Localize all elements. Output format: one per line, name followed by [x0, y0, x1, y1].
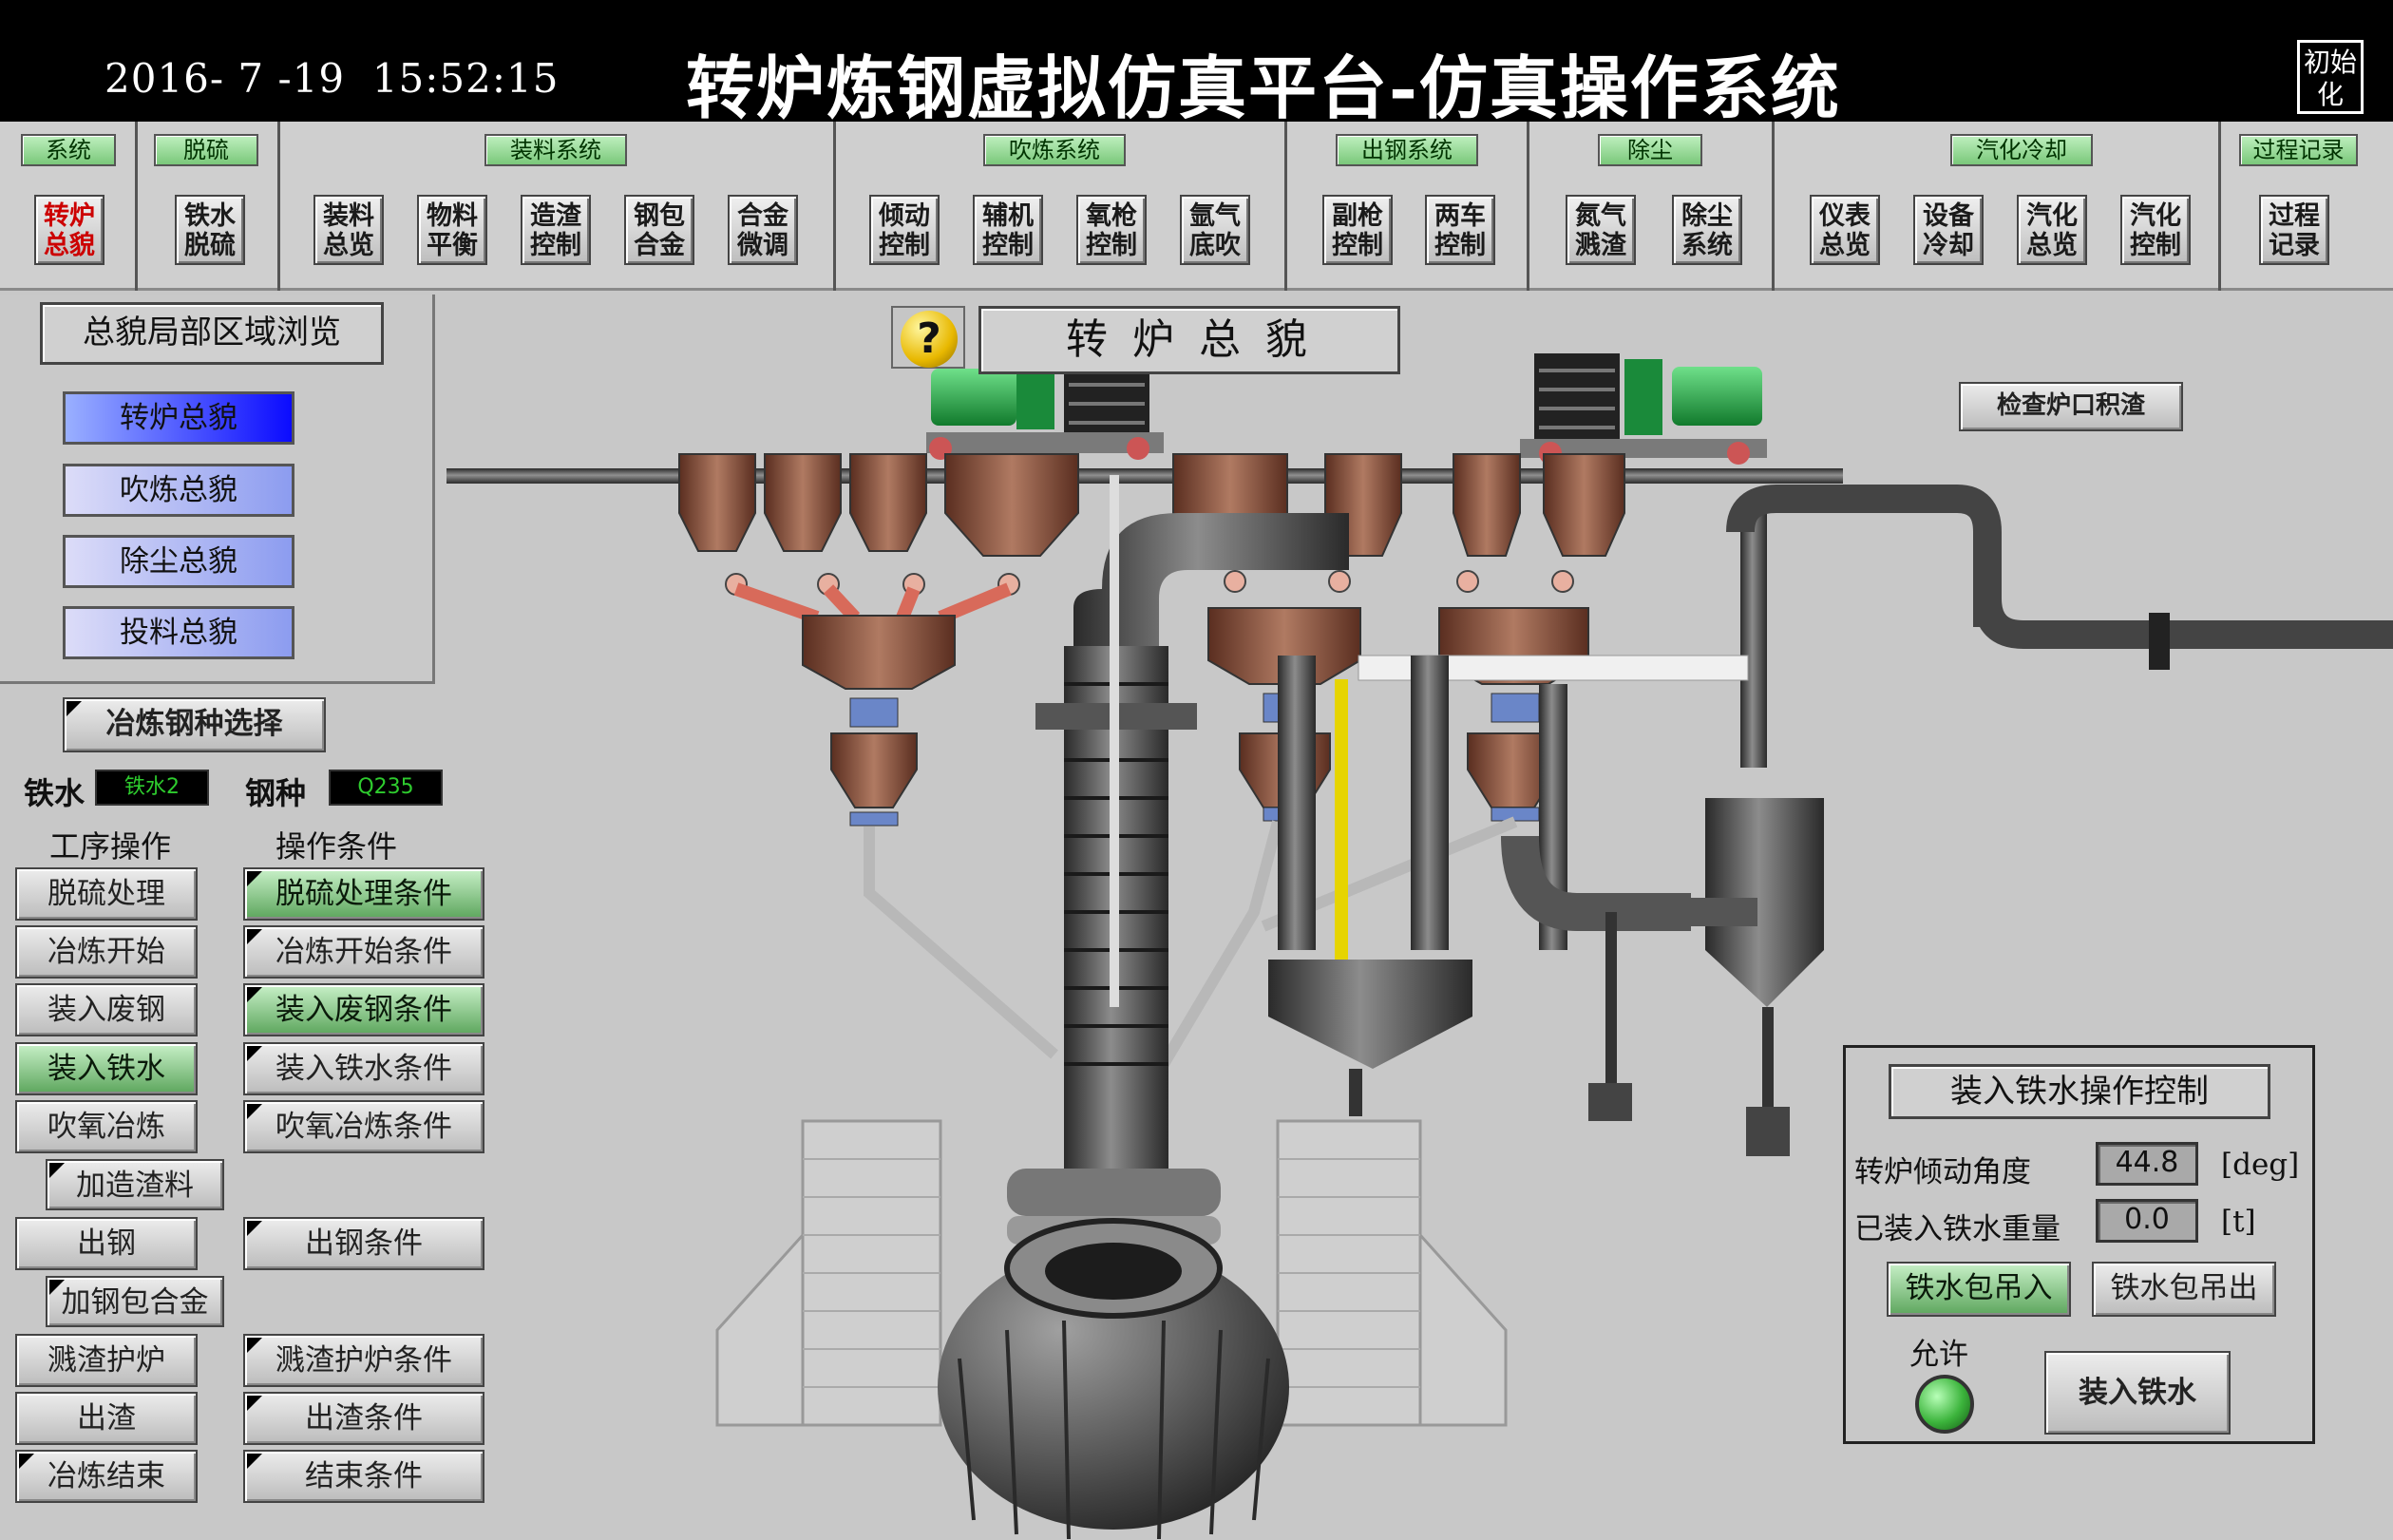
- op-deslag[interactable]: 出渣: [15, 1392, 198, 1445]
- menu-button-tilt-control[interactable]: 倾动 控制: [869, 195, 940, 265]
- menu-group-caption[interactable]: 装料系统: [484, 134, 627, 166]
- initialize-button[interactable]: 初始化: [2297, 40, 2364, 114]
- op-charge-hot-metal[interactable]: 装入铁水: [15, 1042, 198, 1095]
- converter-vessel: [938, 1218, 1289, 1540]
- charged-weight-label: 已装入铁水重量: [1854, 1212, 2061, 1246]
- lance-rail: [1335, 679, 1348, 993]
- belt-drive-right: [1520, 353, 1767, 465]
- datetime-display: 2016- 7 -19 15:52:15: [104, 55, 560, 102]
- ops-header: 工序操作: [49, 828, 172, 865]
- menu-group-caption[interactable]: 除尘: [1598, 134, 1702, 166]
- iron-value-display: 铁水2: [95, 770, 209, 806]
- menu-group-caption[interactable]: 脱硫: [154, 134, 258, 166]
- menu-button-sublance-control[interactable]: 副枪 控制: [1322, 195, 1393, 265]
- conditions-header: 操作条件: [275, 828, 398, 865]
- dedusting-right: [1501, 684, 1824, 1156]
- check-slag-button[interactable]: 检查炉口积渣: [1959, 382, 2183, 431]
- menu-button-charging-overview[interactable]: 装料 总览: [313, 195, 384, 265]
- menu-button-argon-bottom[interactable]: 氩气 底吹: [1180, 195, 1250, 265]
- op-ladle-alloy[interactable]: 加钢包合金: [46, 1276, 224, 1327]
- menu-button-alloy-trim[interactable]: 合金 微调: [728, 195, 798, 265]
- menu-button-ladle-alloy[interactable]: 钢包 合金: [624, 195, 694, 265]
- hopper-group-left: [678, 453, 1079, 557]
- oxygen-lance: [1110, 475, 1119, 1007]
- menu-button-dedusting-system[interactable]: 除尘 系统: [1672, 195, 1742, 265]
- steel-grade-select-button[interactable]: 冶炼钢种选择: [63, 697, 326, 752]
- menu-button-iron-desulfurization[interactable]: 铁水 脱硫: [175, 195, 245, 265]
- op-smelt-end[interactable]: 冶炼结束: [15, 1450, 198, 1503]
- op-tapping[interactable]: 出钢: [15, 1217, 198, 1270]
- grade-value-display: Q235: [329, 770, 443, 806]
- op-charge-scrap[interactable]: 装入废钢: [15, 983, 198, 1036]
- menu-group-caption[interactable]: 过程记录: [2239, 134, 2358, 166]
- menu-button-vaporization-control[interactable]: 汽化 控制: [2120, 195, 2191, 265]
- menu-group-caption[interactable]: 汽化冷却: [1950, 134, 2093, 166]
- nav-charging-overview[interactable]: 投料总貌: [63, 606, 294, 659]
- menu-button-slag-control[interactable]: 造渣 控制: [521, 195, 591, 265]
- menu-button-cars-control[interactable]: 两车 控制: [1425, 195, 1495, 265]
- menu-button-lance-control[interactable]: 氧枪 控制: [1076, 195, 1147, 265]
- menu-group-caption[interactable]: 出钢系统: [1336, 134, 1478, 166]
- area-browse-title: 总貌局部区域浏览: [40, 302, 384, 365]
- charged-weight-unit: [t]: [2221, 1205, 2256, 1239]
- menu-button-aux-control[interactable]: 辅机 控制: [973, 195, 1043, 265]
- menu-button-equipment-cooling[interactable]: 设备 冷却: [1913, 195, 1984, 265]
- menu-button-converter-overview[interactable]: 转炉 总貌: [34, 195, 104, 265]
- nav-blowing-overview[interactable]: 吹炼总貌: [63, 464, 294, 517]
- menu-button-nitrogen-splash[interactable]: 氮气 溅渣: [1566, 195, 1636, 265]
- iron-label: 铁水: [24, 775, 85, 811]
- op-smelt-start[interactable]: 冶炼开始: [15, 925, 198, 979]
- permit-indicator-lamp: [1915, 1375, 1974, 1434]
- op-add-slag[interactable]: 加造渣料: [46, 1159, 224, 1210]
- menu-button-instrument-overview[interactable]: 仪表 总览: [1810, 195, 1880, 265]
- menu-group-caption[interactable]: 系统: [21, 134, 116, 166]
- op-desulfurize[interactable]: 脱硫处理: [15, 867, 198, 921]
- op-oxygen-blowing[interactable]: 吹氧冶炼: [15, 1100, 198, 1153]
- nav-converter-overview[interactable]: 转炉总貌: [63, 391, 294, 445]
- op-slag-splash[interactable]: 溅渣护炉: [15, 1334, 198, 1387]
- grade-label: 钢种: [245, 775, 307, 811]
- flue-pipe: [1726, 485, 2393, 768]
- ladle-lift-in-button[interactable]: 铁水包吊入: [1887, 1262, 2071, 1317]
- ladle-lift-out-button[interactable]: 铁水包吊出: [2092, 1262, 2276, 1317]
- conveyor-rail: [446, 468, 1843, 484]
- tilt-angle-label: 转炉倾动角度: [1854, 1155, 2031, 1189]
- charged-weight-value: 0.0: [2096, 1199, 2198, 1243]
- dialog-title: 装入铁水操作控制: [1889, 1064, 2270, 1119]
- tilt-angle-unit: [deg]: [2221, 1148, 2300, 1182]
- help-icon: ?: [901, 311, 958, 368]
- menu-button-vaporization-overview[interactable]: 汽化 总览: [2017, 195, 2087, 265]
- menu-button-process-record[interactable]: 过程 记录: [2259, 195, 2329, 265]
- menu-button-material-balance[interactable]: 物料 平衡: [417, 195, 487, 265]
- charge-hot-metal-button[interactable]: 装入铁水: [2044, 1351, 2231, 1435]
- permit-label: 允许: [1909, 1338, 1968, 1372]
- menu-group-caption[interactable]: 吹炼系统: [983, 134, 1126, 166]
- app-title: 转炉炼钢虚拟仿真平台-仿真操作系统: [686, 48, 1841, 128]
- tilt-angle-value: 44.8: [2096, 1142, 2198, 1186]
- chutes-left: [733, 582, 1012, 624]
- nav-dedusting-overview[interactable]: 除尘总貌: [63, 535, 294, 588]
- scene-title: 转 炉 总 貌: [978, 306, 1400, 374]
- help-button[interactable]: ?: [891, 306, 965, 369]
